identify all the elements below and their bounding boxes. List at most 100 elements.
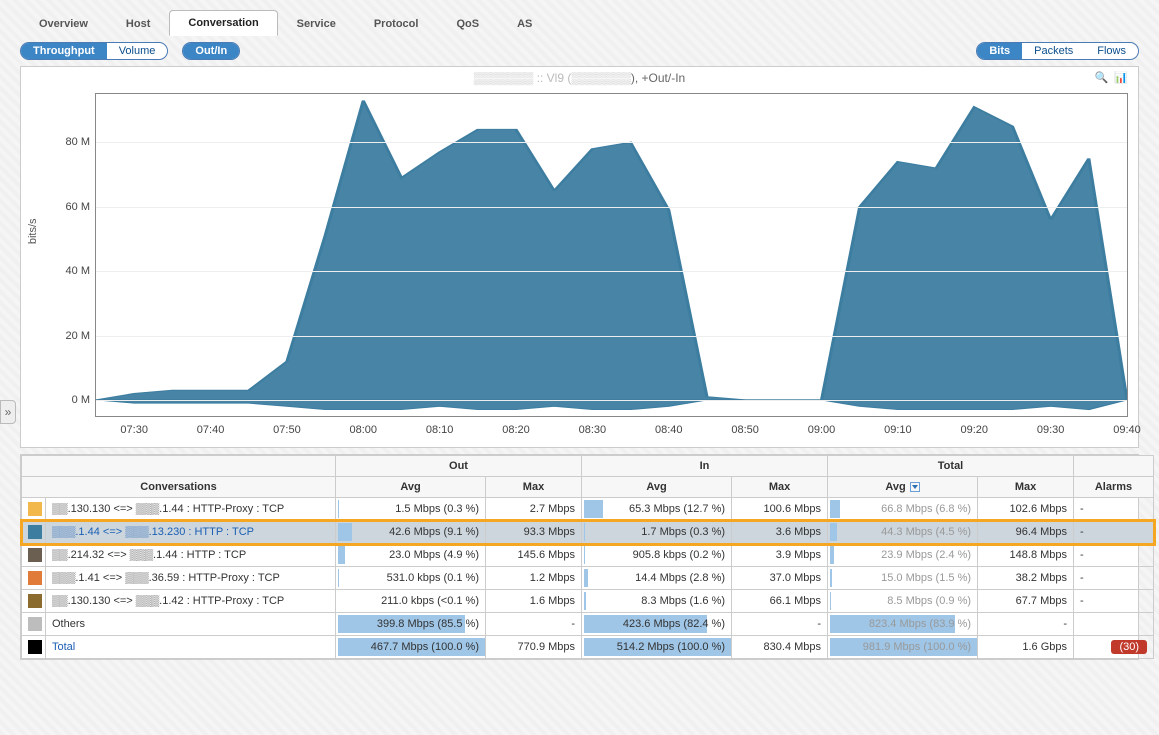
chart-title: ▒▒▒▒▒▒▒ :: Vl9 (▒▒▒▒▒▒▒), +Out/-In (21, 71, 1138, 85)
expand-sidebar-handle[interactable]: » (0, 400, 16, 424)
row-value: 399.8 Mbps (85.5 %) (336, 613, 486, 636)
col-alarms[interactable]: Alarms (1074, 477, 1154, 498)
tab-as[interactable]: AS (498, 11, 551, 36)
row-value: 2.7 Mbps (486, 498, 582, 521)
row-value: 14.4 Mbps (2.8 %) (582, 567, 732, 590)
x-tick: 08:30 (579, 424, 607, 436)
pill-packets[interactable]: Packets (1022, 43, 1085, 59)
row-value: 100.6 Mbps (732, 498, 828, 521)
zoom-icon[interactable]: 🔍 (1095, 71, 1109, 84)
row-value: 3.9 Mbps (732, 544, 828, 567)
conversation-table: OutInTotalConversationsAvgMaxAvgMaxAvgMa… (20, 454, 1139, 660)
row-swatch (22, 521, 46, 544)
row-value: 770.9 Mbps (486, 636, 582, 659)
x-tick: 08:40 (655, 424, 683, 436)
col-group-total: Total (828, 456, 1074, 477)
col-avg-1[interactable]: Avg (336, 477, 486, 498)
row-value: 1.7 Mbps (0.3 %) (582, 521, 732, 544)
row-value: 93.3 Mbps (486, 521, 582, 544)
col-group-alarms (1074, 456, 1154, 477)
row-value: 23.9 Mbps (2.4 %) (828, 544, 978, 567)
pill-throughput[interactable]: Throughput (21, 43, 107, 59)
row-value: 467.7 Mbps (100.0 %) (336, 636, 486, 659)
table-row[interactable]: Others399.8 Mbps (85.5 %)-423.6 Mbps (82… (22, 613, 1154, 636)
y-tick: 40 M (50, 265, 90, 277)
row-value: 23.0 Mbps (4.9 %) (336, 544, 486, 567)
tab-service[interactable]: Service (278, 11, 355, 36)
tab-protocol[interactable]: Protocol (355, 11, 438, 36)
tab-qos[interactable]: QoS (437, 11, 498, 36)
tab-conversation[interactable]: Conversation (169, 10, 277, 36)
row-value: 1.6 Gbps (978, 636, 1074, 659)
pill-flows[interactable]: Flows (1085, 43, 1138, 59)
control-bar: ThroughputVolume Out/In BitsPacketsFlows (0, 36, 1159, 66)
row-alarm: - (1074, 498, 1154, 521)
row-value: 8.3 Mbps (1.6 %) (582, 590, 732, 613)
row-value: 38.2 Mbps (978, 567, 1074, 590)
col-group-out: Out (336, 456, 582, 477)
row-conversation[interactable]: Total (46, 636, 336, 659)
pill-bits[interactable]: Bits (977, 43, 1022, 59)
row-conversation[interactable]: Others (46, 613, 336, 636)
chart-options-icon[interactable]: 📊 (1114, 71, 1128, 84)
col-conversations[interactable]: Conversations (22, 477, 336, 498)
direction-toggle[interactable]: Out/In (182, 42, 240, 60)
row-value: 66.1 Mbps (732, 590, 828, 613)
col-max-4[interactable]: Max (732, 477, 828, 498)
unit-toggle[interactable]: BitsPacketsFlows (976, 42, 1139, 60)
row-swatch (22, 498, 46, 521)
row-value: 96.4 Mbps (978, 521, 1074, 544)
row-value: - (486, 613, 582, 636)
row-value: 145.6 Mbps (486, 544, 582, 567)
plot-area[interactable]: 0 M20 M40 M60 M80 M07:3007:4007:5008:000… (95, 93, 1128, 417)
x-tick: 08:20 (502, 424, 530, 436)
row-alarm[interactable]: (30) (1074, 636, 1154, 659)
row-value: 1.2 Mbps (486, 567, 582, 590)
y-axis-label: bits/s (27, 218, 39, 244)
col-max-2[interactable]: Max (486, 477, 582, 498)
table-row[interactable]: ▒▒.214.32 <=> ▒▒▒.1.44 : HTTP : TCP23.0 … (22, 544, 1154, 567)
row-swatch (22, 636, 46, 659)
row-conversation[interactable]: ▒▒.214.32 <=> ▒▒▒.1.44 : HTTP : TCP (46, 544, 336, 567)
col-max-6[interactable]: Max (978, 477, 1074, 498)
row-value: 102.6 Mbps (978, 498, 1074, 521)
table-row[interactable]: ▒▒.130.130 <=> ▒▒▒.1.44 : HTTP-Proxy : T… (22, 498, 1154, 521)
row-conversation[interactable]: ▒▒▒.1.44 <=> ▒▒▒.13.230 : HTTP : TCP (46, 521, 336, 544)
row-alarm: - (1074, 544, 1154, 567)
row-value: 66.8 Mbps (6.8 %) (828, 498, 978, 521)
x-tick: 07:40 (197, 424, 225, 436)
pill-out-in[interactable]: Out/In (183, 43, 239, 59)
row-conversation[interactable]: ▒▒.130.130 <=> ▒▒▒.1.44 : HTTP-Proxy : T… (46, 498, 336, 521)
tab-host[interactable]: Host (107, 11, 169, 36)
table-row[interactable]: ▒▒.130.130 <=> ▒▒▒.1.42 : HTTP-Proxy : T… (22, 590, 1154, 613)
pill-volume[interactable]: Volume (107, 43, 168, 59)
col-avg-5[interactable]: Avg (828, 477, 978, 498)
x-tick: 09:30 (1037, 424, 1065, 436)
row-value: 44.3 Mbps (4.5 %) (828, 521, 978, 544)
row-value: - (732, 613, 828, 636)
table-row[interactable]: Total467.7 Mbps (100.0 %)770.9 Mbps514.2… (22, 636, 1154, 659)
x-tick: 08:00 (350, 424, 378, 436)
row-alarm: - (1074, 567, 1154, 590)
row-value: 67.7 Mbps (978, 590, 1074, 613)
row-alarm: - (1074, 521, 1154, 544)
row-value: 15.0 Mbps (1.5 %) (828, 567, 978, 590)
x-tick: 08:50 (731, 424, 759, 436)
row-conversation[interactable]: ▒▒▒.1.41 <=> ▒▒▒.36.59 : HTTP-Proxy : TC… (46, 567, 336, 590)
tab-overview[interactable]: Overview (20, 11, 107, 36)
row-alarm (1074, 613, 1154, 636)
row-conversation[interactable]: ▒▒.130.130 <=> ▒▒▒.1.42 : HTTP-Proxy : T… (46, 590, 336, 613)
metric-toggle[interactable]: ThroughputVolume (20, 42, 168, 60)
x-tick: 08:10 (426, 424, 454, 436)
table-row[interactable]: ▒▒▒.1.44 <=> ▒▒▒.13.230 : HTTP : TCP42.6… (22, 521, 1154, 544)
y-tick: 20 M (50, 330, 90, 342)
row-value: 42.6 Mbps (9.1 %) (336, 521, 486, 544)
row-alarm: - (1074, 590, 1154, 613)
col-group-blank (22, 456, 336, 477)
table-row[interactable]: ▒▒▒.1.41 <=> ▒▒▒.36.59 : HTTP-Proxy : TC… (22, 567, 1154, 590)
row-value: 981.9 Mbps (100.0 %) (828, 636, 978, 659)
row-value: 8.5 Mbps (0.9 %) (828, 590, 978, 613)
x-tick: 09:00 (808, 424, 836, 436)
row-value: 3.6 Mbps (732, 521, 828, 544)
col-avg-3[interactable]: Avg (582, 477, 732, 498)
